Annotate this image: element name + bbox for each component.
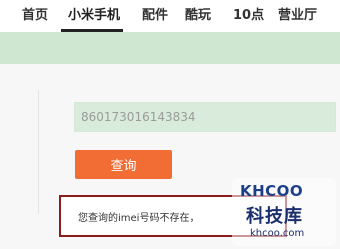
watermark-name: 科技库 — [246, 206, 303, 227]
watermark-logo: KHCOO — [240, 182, 304, 200]
nav-item-home[interactable]: 首页 — [22, 8, 48, 24]
nav-item-xiaomi-phone[interactable]: 小米手机 — [68, 8, 120, 24]
result-message: 您查询的imei号码不存在， — [78, 213, 200, 224]
nav-item-accessories[interactable]: 配件 — [142, 8, 168, 24]
header-band — [0, 32, 340, 64]
watermark: KHCOO 科技库 khcoo.com — [232, 178, 336, 246]
nav-item-service-hall[interactable]: 营业厅 — [278, 8, 317, 24]
nav-item-cool-gear[interactable]: 酷玩 — [185, 8, 211, 24]
watermark-url: khcoo.com — [250, 228, 305, 239]
vertical-divider — [38, 90, 39, 214]
nav-item-10-oclock[interactable]: 10点 — [233, 8, 264, 24]
query-button[interactable]: 查询 — [75, 150, 172, 179]
imei-input[interactable] — [74, 102, 336, 132]
top-nav: 首页 小米手机 配件 酷玩 10点 营业厅 — [0, 0, 340, 32]
